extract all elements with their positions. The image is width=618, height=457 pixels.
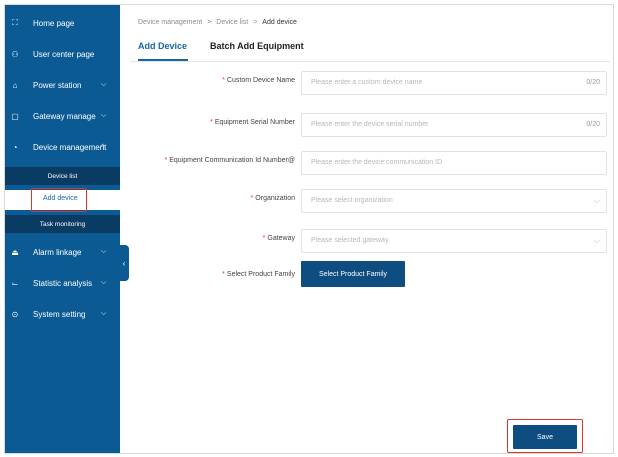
serial-number-label: * Equipment Serial Number [210, 119, 295, 126]
breadcrumb-item-device-management[interactable]: Device management [138, 19, 202, 26]
placeholder-text: Please selected gateway [311, 237, 389, 244]
sidebar-item-label: Power station [33, 80, 82, 90]
placeholder-text: Please select organization [311, 197, 393, 204]
breadcrumb-item-add-device: Add device [262, 19, 297, 26]
sidebar-subitem-device-list[interactable]: Device list [5, 167, 120, 185]
sidebar-item-label: Statistic analysis [33, 278, 93, 288]
active-tab-indicator [138, 59, 188, 61]
breadcrumb: Device management > Device list > Add device [138, 19, 297, 26]
chevron-down-icon: ⌵ [101, 310, 107, 317]
sidebar-subitem-label: Device list [47, 172, 78, 180]
tab-batch-add-equipment[interactable]: Batch Add Equipment [210, 41, 304, 51]
sidebar-subitem-label: Task monitoring [39, 220, 86, 228]
sidebar-item-system-setting[interactable]: ⊙ System setting ⌵ [5, 303, 120, 325]
tab-add-device[interactable]: Add Device [138, 41, 187, 51]
product-family-label: * Select Product Family [222, 271, 295, 278]
sidebar-item-gateway-manage[interactable]: ▢ Gateway manage ⌵ [5, 105, 120, 127]
char-counter: 0/20 [586, 79, 600, 86]
chevron-down-icon: ⌵ [101, 279, 107, 286]
highlight-box-add-device [31, 188, 87, 212]
gateway-icon: ▢ [11, 111, 19, 121]
chevron-up-icon: ^ [101, 143, 105, 151]
user-icon: ⚇ [11, 49, 19, 59]
placeholder-text: Please enter a custom device name [311, 79, 423, 86]
app-window: ⛶ Home page ⚇ User center page ⌂ Power s… [4, 4, 614, 454]
serial-number-input[interactable]: Please enter the device serial number 0/… [301, 113, 607, 137]
breadcrumb-item-device-list[interactable]: Device list [216, 19, 248, 26]
sidebar-item-device-management[interactable]: ◔ Device management ^ [5, 136, 120, 158]
select-product-family-button[interactable]: Select Product Family [301, 261, 405, 287]
sidebar-item-statistic-analysis[interactable]: ⌙ Statistic analysis ⌵ [5, 272, 120, 294]
sidebar-collapse-button[interactable]: ‹ [119, 245, 129, 281]
alarm-icon: ⏏ [11, 247, 19, 257]
setting-icon: ⊙ [11, 309, 19, 319]
sidebar-subitem-task-monitoring[interactable]: Task monitoring [5, 215, 120, 233]
chevron-down-icon: ⌵ [101, 81, 107, 88]
gateway-label: * Gateway [262, 235, 295, 242]
chevron-down-icon: ⌵ [101, 248, 107, 255]
sidebar-item-label: Home page [33, 18, 75, 28]
sidebar-item-power-station[interactable]: ⌂ Power station ⌵ [5, 74, 120, 96]
device-icon: ◔ [12, 142, 18, 152]
sidebar-item-home-page[interactable]: ⛶ Home page [5, 12, 120, 34]
breadcrumb-separator: > [253, 19, 258, 26]
sidebar-item-alarm-linkage[interactable]: ⏏ Alarm linkage ⌵ [5, 241, 120, 263]
chart-icon: ⌙ [11, 278, 19, 288]
gateway-select[interactable]: Please selected gateway ⌵ [301, 229, 607, 253]
chevron-down-icon: ⌵ [593, 236, 600, 245]
sidebar-item-label: Alarm linkage [33, 247, 82, 257]
sidebar-item-label: Device management [33, 142, 107, 152]
home-icon: ⌂ [12, 80, 18, 90]
placeholder-text: Please enter the device communication ID [311, 159, 443, 166]
sidebar: ⛶ Home page ⚇ User center page ⌂ Power s… [5, 5, 120, 453]
organization-label: * Organization [250, 195, 295, 202]
custom-device-name-label: * Custom Device Name [222, 77, 295, 84]
organization-select[interactable]: Please select organization ⌵ [301, 189, 607, 213]
chevron-down-icon: ⌵ [593, 196, 600, 205]
tab-divider [130, 61, 610, 62]
communication-id-label: * Equipment Communication Id Number@ [164, 157, 295, 164]
sidebar-item-label: System setting [33, 309, 86, 319]
custom-device-name-input[interactable]: Please enter a custom device name 0/20 [301, 71, 607, 95]
sidebar-item-user-center[interactable]: ⚇ User center page [5, 43, 120, 65]
communication-id-input[interactable]: Please enter the device communication ID [301, 151, 607, 175]
char-counter: 0/20 [586, 121, 600, 128]
sidebar-item-label: User center page [33, 49, 95, 59]
expand-icon: ⛶ [12, 18, 18, 27]
sidebar-item-label: Gateway manage [33, 111, 96, 121]
placeholder-text: Please enter the device serial number [311, 121, 429, 128]
highlight-box-save [507, 419, 583, 453]
chevron-left-icon: ‹ [122, 258, 126, 268]
breadcrumb-separator: > [207, 19, 212, 26]
chevron-down-icon: ⌵ [101, 112, 107, 119]
